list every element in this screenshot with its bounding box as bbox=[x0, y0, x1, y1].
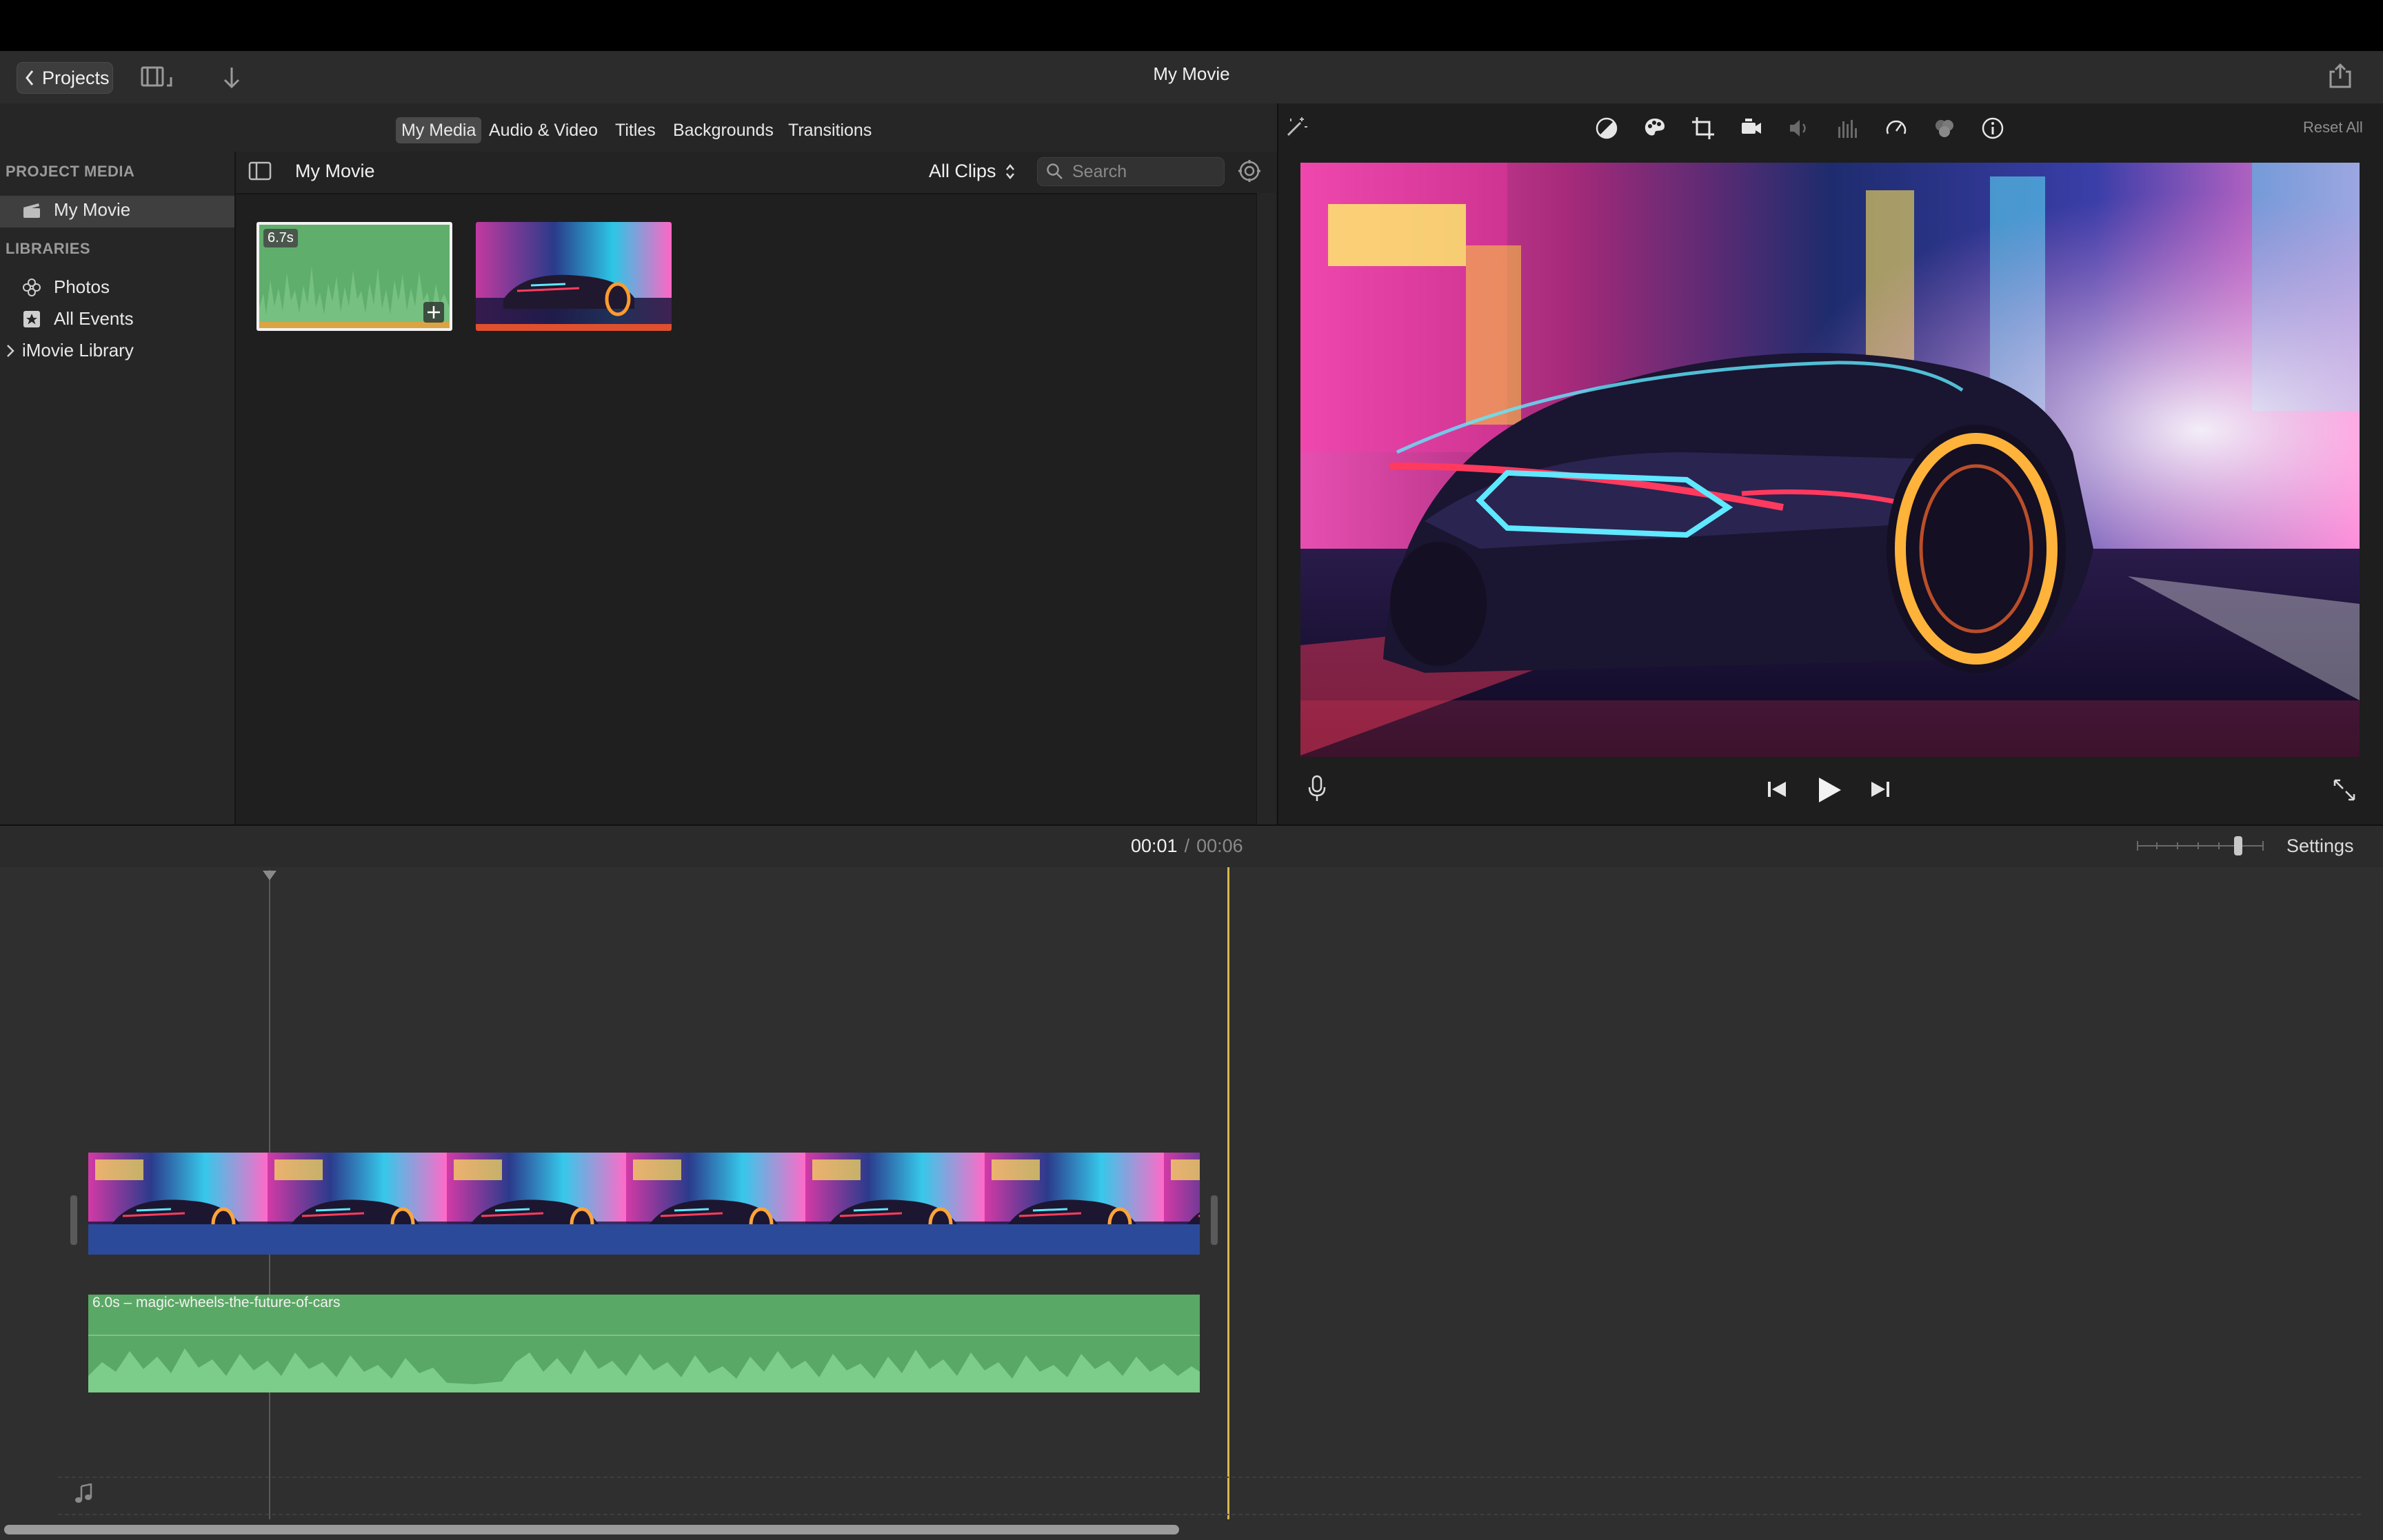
volume-icon[interactable] bbox=[1787, 116, 1812, 141]
sidebar-item-label: My Movie bbox=[54, 199, 131, 220]
video-clip[interactable] bbox=[88, 1153, 1200, 1255]
search-placeholder: Search bbox=[1072, 161, 1127, 181]
speed-gauge-icon[interactable] bbox=[1884, 116, 1909, 141]
adjustment-toolbar bbox=[1594, 116, 2005, 141]
sidebar-item-photos[interactable]: Photos bbox=[22, 276, 110, 298]
audio-clip-thumbnail[interactable]: 6.7s bbox=[257, 222, 452, 331]
photos-flower-icon bbox=[22, 278, 41, 297]
tab-titles[interactable]: Titles bbox=[610, 117, 661, 143]
fullscreen-icon[interactable] bbox=[2332, 778, 2357, 802]
star-box-icon bbox=[22, 310, 41, 329]
clips-filter-label: All Clips bbox=[929, 161, 996, 181]
timecode: 00:01 / 00:06 bbox=[1131, 835, 1243, 857]
clapper-icon bbox=[22, 201, 41, 219]
sidebar-item-imovie-library[interactable]: iMovie Library bbox=[6, 340, 134, 361]
clip-trim-handle-left[interactable] bbox=[70, 1195, 77, 1245]
tab-transitions[interactable]: Transitions bbox=[783, 117, 877, 143]
video-clip-thumbnail[interactable] bbox=[476, 222, 672, 331]
sidebar-item-all-events[interactable]: All Events bbox=[22, 308, 134, 330]
duration-badge: 6.7s bbox=[263, 229, 298, 247]
tab-audio-video[interactable]: Audio & Video bbox=[483, 117, 603, 143]
sidebar-item-my-movie[interactable]: My Movie bbox=[22, 199, 130, 221]
zoom-slider[interactable] bbox=[2136, 834, 2264, 858]
time-separator: / bbox=[1184, 835, 1190, 856]
playhead[interactable] bbox=[1227, 867, 1229, 1519]
add-clip-plus-icon[interactable] bbox=[423, 302, 444, 323]
browser-title: My Movie bbox=[295, 161, 375, 181]
reset-all-button[interactable]: Reset All bbox=[2303, 119, 2363, 136]
gear-icon[interactable] bbox=[1237, 159, 1262, 183]
current-time: 00:01 bbox=[1131, 835, 1178, 856]
tab-backgrounds[interactable]: Backgrounds bbox=[667, 117, 779, 143]
search-field[interactable]: Search bbox=[1037, 157, 1225, 186]
sidebar-item-label: iMovie Library bbox=[22, 340, 134, 361]
video-preview bbox=[1300, 163, 2360, 757]
sidebar-item-label: All Events bbox=[54, 308, 134, 329]
timeline-settings-button[interactable]: Settings bbox=[2286, 835, 2354, 857]
timeline-scrollbar[interactable] bbox=[4, 1525, 1179, 1534]
magic-wand-icon[interactable] bbox=[1284, 114, 1309, 139]
clip-filter-icon[interactable] bbox=[1932, 116, 1957, 141]
search-icon bbox=[1046, 163, 1064, 181]
clips-filter-dropdown[interactable]: All Clips bbox=[929, 161, 1016, 182]
audio-clip[interactable]: 6.0s – magic-wheels-the-future-of-cars bbox=[88, 1295, 1200, 1392]
color-palette-icon[interactable] bbox=[1642, 116, 1667, 141]
microphone-icon[interactable] bbox=[1307, 775, 1327, 802]
project-media-heading: PROJECT MEDIA bbox=[6, 163, 135, 180]
sidebar-item-label: Photos bbox=[54, 276, 110, 297]
crop-icon[interactable] bbox=[1691, 116, 1716, 141]
music-note-icon bbox=[74, 1483, 94, 1504]
tab-my-media[interactable]: My Media bbox=[396, 117, 482, 143]
color-balance-icon[interactable] bbox=[1594, 116, 1619, 141]
skip-forward-icon[interactable] bbox=[1869, 779, 1891, 800]
toggle-sidebar-icon[interactable] bbox=[248, 161, 272, 181]
chevron-right-icon[interactable] bbox=[6, 343, 15, 358]
browser-scrollbar[interactable] bbox=[1256, 193, 1276, 824]
window-title: My Movie bbox=[1153, 63, 1230, 84]
equalizer-icon[interactable] bbox=[1836, 116, 1860, 141]
skip-back-icon[interactable] bbox=[1767, 779, 1789, 800]
skimmer-marker-icon[interactable] bbox=[262, 870, 277, 881]
updown-chevron-icon bbox=[1005, 162, 1016, 181]
background-music-well[interactable] bbox=[58, 1477, 2361, 1515]
audio-clip-label: 6.0s – magic-wheels-the-future-of-cars bbox=[92, 1295, 341, 1310]
audio-waveform bbox=[88, 1348, 1200, 1392]
volume-line[interactable] bbox=[88, 1335, 1200, 1336]
clip-trim-handle-right[interactable] bbox=[1211, 1195, 1218, 1245]
stabilization-camera-icon[interactable] bbox=[1739, 116, 1764, 141]
info-icon[interactable] bbox=[1980, 116, 2005, 141]
share-icon[interactable] bbox=[2328, 62, 2353, 90]
libraries-heading: LIBRARIES bbox=[6, 240, 91, 257]
total-time: 00:06 bbox=[1196, 835, 1243, 856]
play-icon[interactable] bbox=[1816, 776, 1842, 804]
